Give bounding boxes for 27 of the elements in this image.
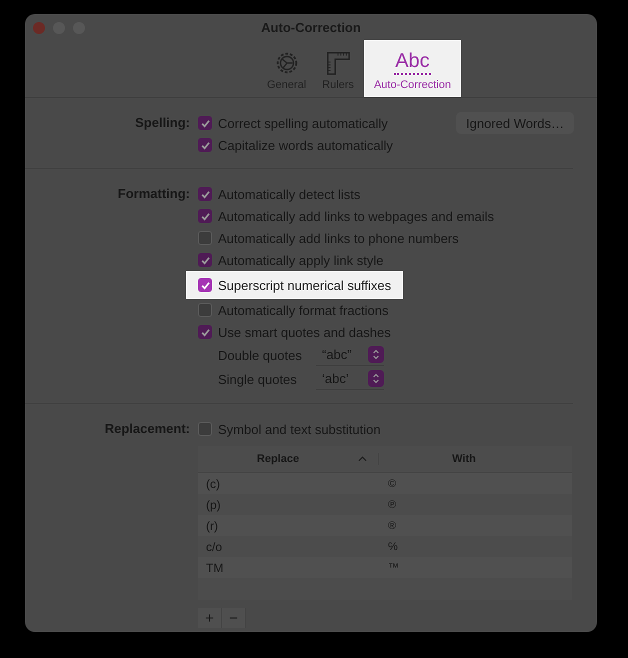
checkbox[interactable] [198, 187, 212, 201]
ruler-icon [325, 50, 352, 76]
table-cell-text: © [387, 478, 396, 490]
table-cell-text: ℗ [387, 498, 396, 510]
table-cell-text: TM [205, 560, 224, 574]
toolbar-tab[interactable]: Abc Auto-Correction [364, 40, 461, 97]
table-edit-button[interactable]: + [198, 608, 222, 628]
table-cell-text: ™ [387, 562, 399, 574]
table-cell-text: (c) [205, 476, 221, 490]
checkbox[interactable] [198, 253, 212, 267]
table-cell-text: (r) [205, 518, 219, 532]
checkbox[interactable] [198, 325, 212, 339]
checkbox[interactable] [198, 278, 212, 292]
checkbox[interactable] [198, 303, 212, 317]
checkbox[interactable] [198, 116, 212, 130]
checkbox-label: Superscript numerical suffixes [218, 278, 392, 292]
checkbox[interactable] [198, 231, 212, 245]
sort-caret-icon [358, 456, 367, 462]
table-cell-text: ® [387, 520, 396, 532]
checkbox[interactable] [198, 138, 212, 152]
checkbox[interactable] [198, 209, 212, 223]
stepper-arrows-icon [372, 373, 380, 384]
stepper-arrows-icon [372, 349, 380, 360]
checkbox[interactable] [198, 422, 212, 436]
table-cell-text: ℅ [387, 540, 398, 552]
ignored-words-button[interactable]: Ignored Words… [456, 112, 574, 134]
table-edit-button[interactable]: − [222, 608, 246, 628]
